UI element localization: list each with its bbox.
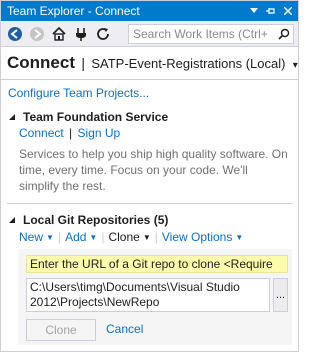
- title-bar: Team Explorer - Connect: [1, 1, 298, 21]
- clone-button[interactable]: Clone: [26, 319, 96, 341]
- tfs-section-title: Team Foundation Service: [23, 110, 169, 124]
- back-icon[interactable]: [5, 24, 25, 44]
- link-separator: |: [69, 126, 73, 140]
- page-title: Connect: [7, 53, 75, 72]
- forward-icon[interactable]: [27, 24, 47, 44]
- connect-link[interactable]: Connect: [19, 126, 64, 140]
- home-icon[interactable]: [49, 24, 69, 44]
- chevron-down-icon: ▼: [46, 232, 54, 242]
- search-icon[interactable]: [275, 28, 293, 40]
- pin-icon[interactable]: [264, 4, 278, 18]
- view-options-menu[interactable]: View Options ▼: [162, 230, 243, 244]
- page-header: Connect | SATP-Event-Registrations (Loca…: [7, 53, 298, 73]
- dropdown-arrow-icon[interactable]: [247, 4, 261, 18]
- new-label: New: [19, 230, 44, 244]
- git-actions-bar: New ▼ | Add ▼ | Clone ▼ | View Options ▼: [19, 230, 243, 244]
- project-name[interactable]: SATP-Event-Registrations (Local): [91, 56, 285, 71]
- sign-up-link[interactable]: Sign Up: [78, 126, 121, 140]
- path-line-2: 2012\Projects\NewRepo: [30, 295, 160, 309]
- close-icon[interactable]: [281, 4, 295, 18]
- cancel-link[interactable]: Cancel: [106, 322, 143, 336]
- search-work-items: [128, 24, 294, 44]
- clone-panel: Enter the URL of a Git repo to clone <Re…: [18, 249, 292, 345]
- action-separator: |: [101, 230, 105, 244]
- git-section-title: Local Git Repositories (5): [23, 213, 169, 227]
- connect-icon[interactable]: [71, 24, 91, 44]
- action-separator: |: [154, 230, 158, 244]
- window-title: Team Explorer - Connect: [7, 4, 140, 18]
- tfs-section-header[interactable]: Team Foundation Service: [7, 110, 168, 124]
- action-separator: |: [57, 230, 62, 244]
- clone-menu[interactable]: Clone ▼: [108, 230, 150, 244]
- new-menu[interactable]: New ▼: [19, 230, 54, 244]
- add-menu[interactable]: Add ▼: [65, 230, 97, 244]
- chevron-down-icon: ▼: [235, 232, 244, 242]
- configure-team-projects-link[interactable]: Configure Team Projects...: [8, 86, 149, 100]
- section-divider: [7, 203, 293, 204]
- repo-url-input[interactable]: Enter the URL of a Git repo to clone <Re…: [26, 255, 288, 273]
- refresh-icon[interactable]: [93, 24, 113, 44]
- tfs-links: Connect | Sign Up: [19, 126, 120, 140]
- clone-label: Clone: [108, 230, 140, 244]
- header-divider: [1, 79, 298, 80]
- header-separator: |: [81, 55, 85, 71]
- collapse-triangle-icon[interactable]: [7, 215, 17, 225]
- toolbar: [1, 21, 298, 47]
- chevron-down-icon: ▼: [142, 232, 151, 242]
- chevron-down-icon: ▼: [89, 232, 98, 242]
- collapse-triangle-icon[interactable]: [7, 112, 17, 122]
- team-explorer-window: Team Explorer - Connect Search Work Item…: [0, 0, 299, 352]
- view-options-label: View Options: [161, 230, 233, 244]
- git-section-header[interactable]: Local Git Repositories (5): [7, 213, 168, 227]
- local-path-input[interactable]: C:\Users\timg\Documents\Visual Studio 20…: [26, 278, 270, 312]
- chevron-down-icon[interactable]: ▾: [293, 60, 298, 71]
- browse-button[interactable]: ...: [273, 278, 288, 312]
- path-line-1: C:\Users\timg\Documents\Visual Studio: [30, 280, 240, 294]
- add-label: Add: [65, 230, 87, 244]
- tfs-description: Services to help you ship high quality s…: [19, 147, 288, 193]
- search-input[interactable]: [129, 27, 275, 41]
